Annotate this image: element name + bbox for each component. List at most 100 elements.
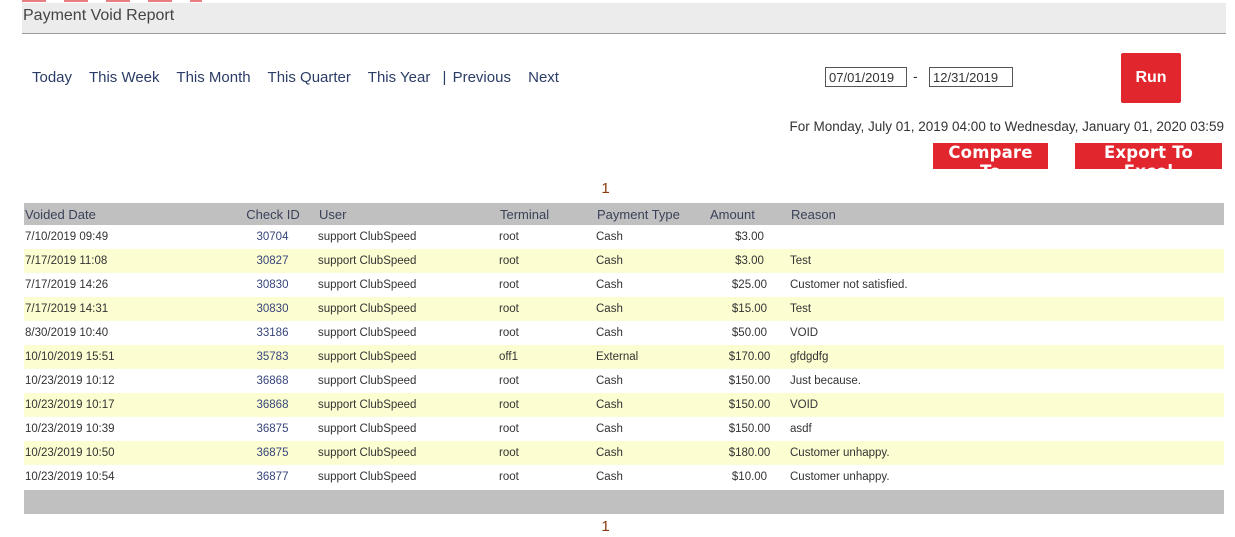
cell-check-id[interactable]: 36875 (227, 441, 318, 465)
void-report-table: Voided Date Check ID User Terminal Payme… (24, 203, 1224, 489)
cell-voided-date: 7/17/2019 14:26 (25, 279, 109, 291)
header-reason[interactable]: Reason (790, 203, 1224, 225)
cell-user: support ClubSpeed (318, 279, 417, 291)
cell-payment-type: Cash (596, 279, 623, 291)
table-row: 10/23/2019 10:12 36868 support ClubSpeed ro… (24, 369, 1224, 393)
export-to-excel-button[interactable]: Export To Excel (1075, 143, 1222, 181)
cell-amount: $10.00 (731, 471, 768, 483)
date-range-shortcuts: Today This Week This Month This Quarter … (32, 69, 572, 86)
run-button[interactable]: Run (1121, 53, 1181, 103)
cell-reason: VOID (790, 327, 819, 339)
cell-payment-type: Cash (596, 231, 623, 243)
cell-terminal: root (499, 279, 519, 291)
payment-void-report-page: Payment Void Report Today This Week This… (0, 0, 1235, 537)
cell-voided-date: 10/23/2019 10:17 (24, 393, 227, 417)
cell-amount: $150.00 (709, 393, 790, 417)
cell-reason: Customer unhappy. (790, 471, 890, 483)
table-row: 7/17/2019 14:26 30830 support ClubSpeed roo… (24, 273, 1224, 297)
cell-reason: Customer not satisfied. (790, 279, 908, 291)
header-voided-date[interactable]: Voided Date (24, 203, 227, 225)
cell-user: support ClubSpeed (318, 345, 499, 369)
cell-terminal: root (499, 375, 519, 387)
pager-bottom: 1 (0, 518, 1223, 535)
cell-reason: asdf (790, 423, 812, 435)
table-row: 8/30/2019 10:40 33186 support ClubSpeed roo… (24, 321, 1224, 345)
start-date-input[interactable] (825, 67, 907, 87)
cell-reason: VOID (790, 393, 1224, 417)
cell-terminal: root (499, 423, 519, 435)
cell-user: support ClubSpeed (318, 249, 499, 273)
cell-terminal: root (499, 249, 596, 273)
title-bar: Payment Void Report (22, 3, 1226, 34)
cell-check-id[interactable]: 30830 (227, 297, 318, 321)
cell-reason: Test (790, 249, 1224, 273)
header-payment-type[interactable]: Payment Type (596, 203, 709, 225)
cell-user: support ClubSpeed (318, 375, 417, 387)
cell-amount: $170.00 (709, 345, 790, 369)
cell-reason (790, 225, 1224, 249)
cell-check-id[interactable]: 36868 (227, 393, 318, 417)
cell-voided-date: 10/23/2019 10:50 (24, 441, 227, 465)
table-header-row: Voided Date Check ID User Terminal Payme… (24, 203, 1224, 225)
compare-to-button[interactable]: Compare To (933, 143, 1048, 181)
range-today-link[interactable]: Today (32, 69, 72, 86)
cell-payment-type: Cash (596, 441, 709, 465)
range-this-month-link[interactable]: This Month (176, 69, 250, 86)
cell-user: support ClubSpeed (318, 441, 499, 465)
cell-check-id[interactable]: 30704 (227, 225, 318, 249)
date-range-dash: - (913, 68, 918, 84)
table-row: 7/17/2019 11:08 30827 support ClubSpeed roo… (24, 249, 1224, 273)
cell-check-id[interactable]: 36877 (227, 465, 318, 489)
range-next-link[interactable]: Next (528, 69, 559, 86)
cell-terminal: root (499, 393, 596, 417)
cell-check-id[interactable]: 30830 (227, 273, 318, 297)
cell-payment-type: Cash (596, 297, 709, 321)
header-terminal[interactable]: Terminal (499, 203, 596, 225)
cell-amount: $180.00 (709, 441, 790, 465)
table-row: 10/23/2019 10:39 36875 support ClubSpeed ro… (24, 417, 1224, 441)
cell-terminal: root (499, 441, 596, 465)
cell-check-id[interactable]: 36875 (227, 417, 318, 441)
cell-amount: $25.00 (731, 279, 768, 291)
cell-amount: $150.00 (728, 423, 771, 435)
cell-payment-type: External (596, 345, 709, 369)
cell-user: support ClubSpeed (318, 327, 417, 339)
cell-payment-type: Cash (596, 471, 623, 483)
table-row: 10/23/2019 10:50 36875 support ClubSpeed ro… (24, 441, 1224, 465)
cell-reason: Customer unhappy. (790, 441, 1224, 465)
cell-amount: $50.00 (731, 327, 768, 339)
cell-terminal: root (499, 327, 519, 339)
header-user[interactable]: User (318, 203, 499, 225)
table-footer-bar (24, 490, 1224, 514)
header-amount[interactable]: Amount (709, 203, 790, 225)
cell-payment-type: Cash (596, 327, 623, 339)
range-this-year-link[interactable]: This Year (368, 69, 431, 86)
end-date-input[interactable] (929, 67, 1013, 87)
cell-check-id[interactable]: 35783 (227, 345, 318, 369)
cell-payment-type: Cash (596, 393, 709, 417)
range-this-week-link[interactable]: This Week (89, 69, 160, 86)
cell-voided-date: 7/10/2019 09:49 (25, 231, 109, 243)
cell-check-id[interactable]: 33186 (227, 321, 318, 345)
range-previous-link[interactable]: Previous (453, 69, 511, 86)
cell-check-id[interactable]: 36868 (227, 369, 318, 393)
cell-reason: Test (790, 297, 1224, 321)
cell-terminal: off1 (499, 345, 596, 369)
cell-terminal: root (499, 231, 519, 243)
range-this-quarter-link[interactable]: This Quarter (268, 69, 351, 86)
cell-amount: $15.00 (709, 297, 790, 321)
cell-user: support ClubSpeed (318, 231, 417, 243)
page-number-link[interactable]: 1 (601, 180, 609, 197)
nav-separator: | (442, 69, 447, 86)
pager-top: 1 (0, 180, 1223, 197)
cell-user: support ClubSpeed (318, 393, 499, 417)
cell-amount: $150.00 (728, 375, 771, 387)
cell-user: support ClubSpeed (318, 423, 417, 435)
table-row: 7/10/2019 09:49 30704 support ClubSpeed roo… (24, 225, 1224, 249)
cell-check-id[interactable]: 30827 (227, 249, 318, 273)
cell-terminal: root (499, 471, 519, 483)
page-number-link[interactable]: 1 (601, 518, 609, 535)
cell-voided-date: 10/23/2019 10:39 (25, 423, 115, 435)
header-check-id[interactable]: Check ID (227, 203, 318, 225)
cell-reason: Just because. (790, 375, 861, 387)
